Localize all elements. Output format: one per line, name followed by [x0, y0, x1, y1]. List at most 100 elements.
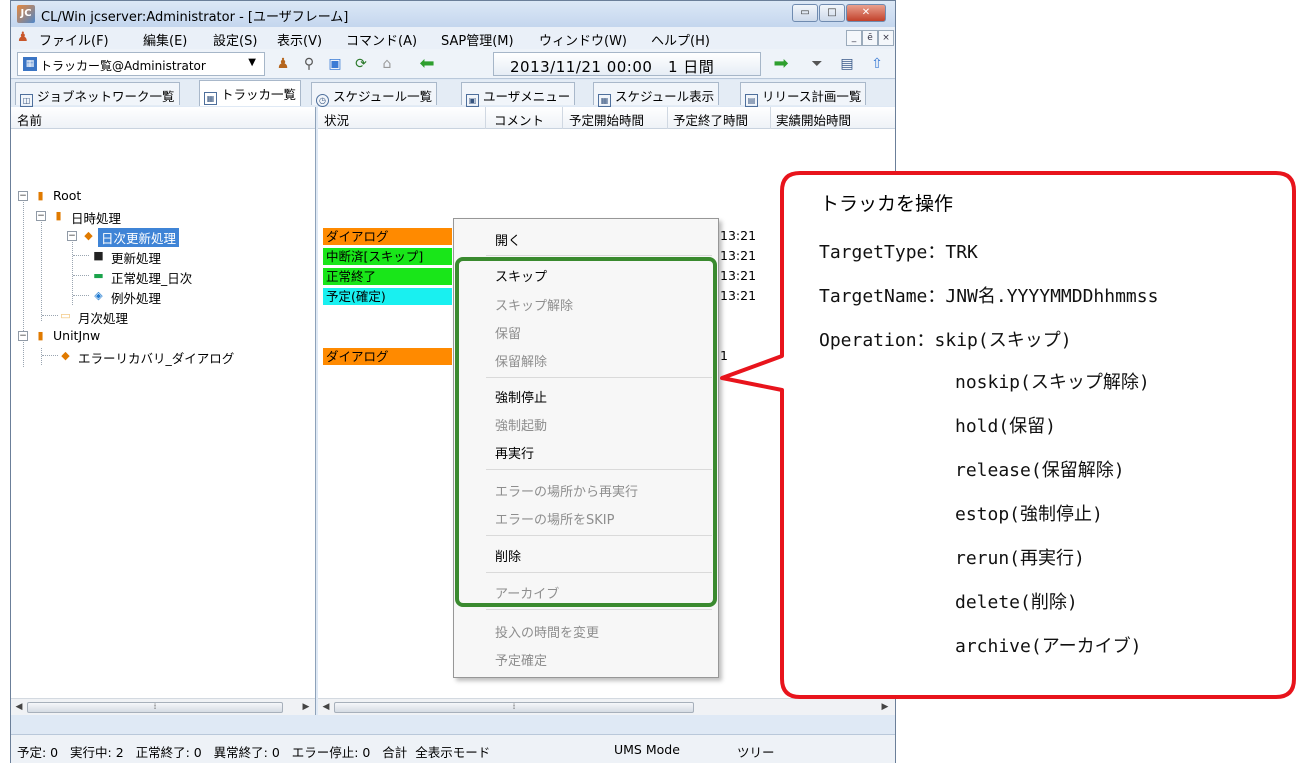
user-icon[interactable]: ♟ [275, 56, 291, 72]
tree-node-normal-daily[interactable]: ▬ 正常処理_日次 [11, 267, 315, 286]
tree-node-daily-time[interactable]: − ▮ 日時処理 [11, 207, 315, 226]
tab-label: スケジュール一覧 [333, 89, 433, 104]
time-cell: 13:21 [720, 248, 757, 263]
collapse-icon[interactable]: − [36, 211, 46, 221]
tree-node-unitjnw[interactable]: − ▮ UnitJnw [11, 327, 315, 345]
menu-window[interactable]: ウィンドウ(W) [539, 30, 627, 49]
menu-open[interactable]: 開く [495, 230, 521, 249]
tab-label: ジョブネットワーク一覧 [37, 89, 175, 104]
callout-operation-item: estop(強制停止) [955, 504, 1103, 525]
status-cell[interactable]: ダイアログ [323, 228, 452, 245]
menu-edit[interactable]: 編集(E) [143, 30, 187, 49]
detail-hscrollbar[interactable]: ◀ ⁞ ▶ [318, 698, 895, 715]
tree-node-exception[interactable]: ◈ 例外処理 [11, 287, 315, 306]
scroll-right-icon[interactable]: ▶ [299, 700, 313, 714]
scroll-left-icon[interactable]: ◀ [319, 700, 333, 714]
user-frame-icon[interactable]: ♟ [17, 30, 33, 46]
tab-bar: ◫ ジョブネットワーク一覧 ▦ トラッカ一覧 ◷ スケジュール一覧 ▣ ユーザメニュー … [11, 80, 895, 107]
close-button[interactable]: ✕ [846, 4, 886, 22]
tree-node-root[interactable]: − ▮ Root [11, 187, 315, 205]
arrow-right-icon[interactable]: ➡ [773, 55, 789, 73]
tree-column-header[interactable]: 名前 [11, 107, 315, 129]
scroll-left-icon[interactable]: ◀ [12, 700, 26, 714]
column-status[interactable]: 状況 [324, 110, 349, 129]
status-cell[interactable]: 正常終了 [323, 268, 452, 285]
tab-schedule-display[interactable]: ▦ スケジュール表示 [593, 82, 720, 107]
scroll-right-icon[interactable]: ▶ [878, 700, 892, 714]
menu-view[interactable]: 表示(V) [277, 30, 322, 49]
callout-operation-item: hold(保留) [955, 416, 1057, 437]
status-cell[interactable]: 予定(確定) [323, 288, 452, 305]
menu-settings[interactable]: 設定(S) [213, 30, 257, 49]
tree-node-update[interactable]: ■ 更新処理 [11, 247, 315, 266]
tree-node-daily-update[interactable]: − ◆ 日次更新処理 [11, 227, 315, 247]
menu-file[interactable]: ファイル(F) [39, 30, 109, 49]
menu-help[interactable]: ヘルプ(H) [651, 30, 710, 49]
status-cell[interactable]: ダイアログ [323, 348, 452, 365]
calendar-icon: ▦ [598, 94, 611, 107]
filter-icon[interactable]: ⏷ [809, 56, 825, 72]
user-menu-icon: ▣ [466, 94, 479, 107]
time-cell: 13:21 [720, 268, 757, 283]
column-divider[interactable] [770, 107, 771, 129]
status-bar: 予定: 0 実行中: 2 正常終了: 0 異常終了: 0 エラー停止: 0 合計… [11, 734, 895, 763]
job-list-icon[interactable]: ▤ [839, 56, 855, 72]
grid-icon[interactable]: ▣ [327, 56, 343, 72]
tracker-icon: ▦ [204, 92, 217, 105]
tab-label: スケジュール表示 [615, 89, 715, 104]
title-bar[interactable]: JC CL/Win jcserver:Administrator - [ユーザフ… [11, 1, 895, 27]
tree-node-label: 例外処理 [111, 291, 162, 306]
arrow-up-icon[interactable]: ⇧ [869, 56, 885, 72]
tab-release-plan[interactable]: ▤ リリース計画一覧 [740, 82, 867, 107]
scroll-thumb[interactable]: ⁞ [27, 702, 283, 713]
tab-label: リリース計画一覧 [762, 89, 862, 104]
minimize-button[interactable]: ▭ [792, 4, 818, 22]
column-divider[interactable] [485, 107, 486, 129]
tree-node-error-recovery[interactable]: ◆ エラーリカバリ_ダイアログ [11, 347, 315, 366]
column-comment[interactable]: コメント [494, 110, 544, 129]
menu-sap[interactable]: SAP管理(M) [441, 30, 514, 49]
column-planned-end[interactable]: 予定終了時間 [673, 110, 748, 129]
column-divider[interactable] [562, 107, 563, 129]
callout-operation-item: release(保留解除) [955, 460, 1125, 481]
tab-user-menu[interactable]: ▣ ユーザメニュー [461, 82, 576, 107]
tracker-select-value: トラッカー覧@Administrator [40, 59, 206, 73]
tree-pane: 名前 − ▮ Root − ▮ 日時処理 − ◆ 日次更新処理 ■ 更新処理 ▬… [11, 107, 316, 715]
column-planned-start[interactable]: 予定開始時間 [569, 110, 644, 129]
refresh-icon[interactable]: ⟳ [353, 56, 369, 72]
filter-person-icon[interactable]: ⚲ [301, 56, 317, 72]
window-title: CL/Win jcserver:Administrator - [ユーザフレーム… [41, 10, 349, 25]
column-divider[interactable] [667, 107, 668, 129]
date-range-box[interactable]: 2013/11/21 00:00 1 日間 [493, 52, 761, 76]
highlight-box [455, 257, 717, 607]
tab-tracker-list[interactable]: ▦ トラッカ一覧 [199, 80, 302, 106]
callout-operation: Operation：skip(スキップ) [819, 330, 1072, 351]
tab-schedule-list[interactable]: ◷ スケジュール一覧 [311, 82, 438, 107]
tab-jobnetwork-list[interactable]: ◫ ジョブネットワーク一覧 [15, 82, 180, 107]
column-actual-start[interactable]: 実績開始時間 [776, 110, 851, 129]
jobnet-icon: ◆ [84, 229, 93, 242]
tree-node-label: エラーリカバリ_ダイアログ [78, 351, 235, 366]
collapse-icon[interactable]: − [18, 331, 28, 341]
mdi-minimize-button[interactable]: _ [846, 30, 862, 46]
app-logo-icon: JC [17, 5, 35, 23]
status-cell[interactable]: 中断済[スキップ] [323, 248, 452, 265]
collapse-icon[interactable]: − [18, 191, 28, 201]
collapse-icon[interactable]: − [67, 231, 77, 241]
scroll-thumb[interactable]: ⁞ [334, 702, 694, 713]
callout-operation-item: archive(アーカイブ) [955, 636, 1142, 657]
mdi-close-button[interactable]: × [878, 30, 894, 46]
callout-target-type: TargetType：TRK [819, 242, 978, 263]
tree-node-monthly[interactable]: ▭ 月次処理 [11, 307, 315, 326]
maximize-button[interactable]: □ [819, 4, 845, 22]
tracker-select[interactable]: ▦ トラッカー覧@Administrator ▼ [17, 52, 265, 76]
tracker-list-icon: ▦ [23, 57, 37, 71]
arrow-left-icon[interactable]: ⬅ [419, 55, 435, 73]
menu-separator [486, 609, 712, 610]
callout-target-name: TargetName：JNW名.YYYYMMDDhhmmss [819, 286, 1159, 307]
tree-hscrollbar[interactable]: ◀ ⁞ ▶ [11, 698, 315, 715]
mdi-restore-button[interactable]: ē [862, 30, 878, 46]
menu-command[interactable]: コマンド(A) [346, 30, 417, 49]
tab-label: トラッカ一覧 [221, 87, 297, 102]
home-icon[interactable]: ⌂ [379, 56, 395, 72]
